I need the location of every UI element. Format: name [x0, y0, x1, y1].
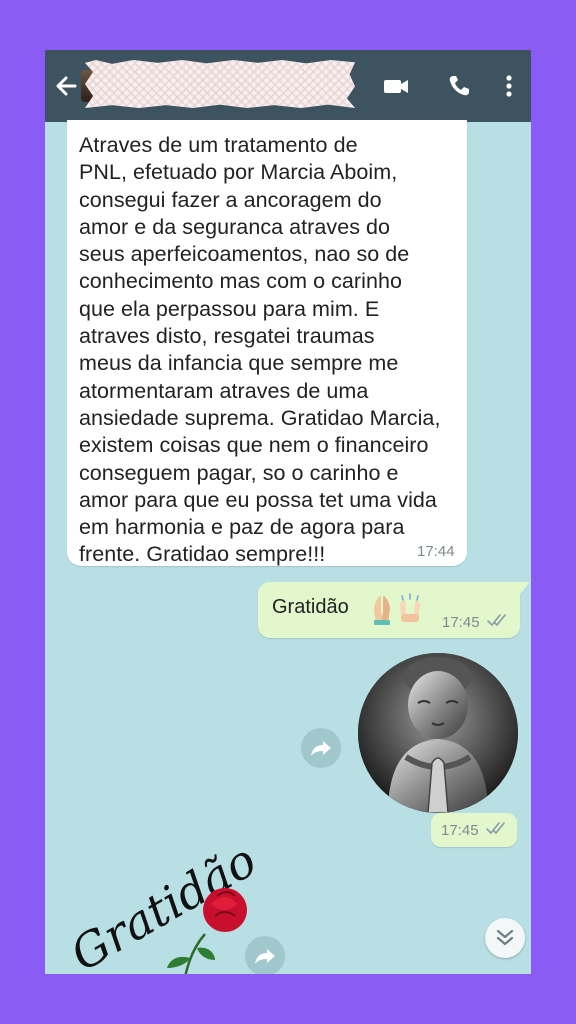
incoming-message-text: Atraves de um tratamento de PNL, efetuad… — [79, 133, 441, 567]
video-call-icon[interactable] — [381, 72, 411, 100]
scroll-down-button[interactable] — [485, 918, 525, 958]
forward-button[interactable] — [245, 936, 285, 974]
incoming-message-bubble[interactable]: Atraves de um tratamento de PNL, efetuad… — [67, 120, 467, 566]
double-check-icon — [486, 612, 510, 632]
message-timestamp: 17:44 — [417, 543, 455, 560]
red-rose-sticker[interactable]: Gratidão — [62, 833, 275, 974]
outgoing-message-text: Gratidão — [272, 596, 349, 618]
praying-buddha-sticker[interactable] — [358, 653, 518, 813]
forward-arrow-icon — [255, 949, 275, 964]
chat-header — [45, 50, 531, 122]
outgoing-message-bubble[interactable]: Gratidão 17:45 — [258, 582, 530, 638]
double-check-icon — [485, 820, 509, 840]
sticker-timestamp-pill: 17:45 — [431, 813, 517, 847]
forward-button[interactable] — [301, 728, 341, 768]
message-timestamp: 17:45 — [442, 614, 480, 631]
chevron-double-down-icon — [496, 929, 514, 946]
chat-screen: Atraves de um tratamento de PNL, efetuad… — [45, 50, 531, 974]
phone-icon[interactable] — [445, 72, 475, 100]
forward-arrow-icon — [311, 741, 331, 756]
message-timestamp: 17:45 — [441, 822, 479, 839]
more-vertical-icon[interactable] — [499, 72, 519, 100]
praying-hands-emoji — [366, 592, 426, 633]
redacted-contact-name[interactable] — [85, 60, 355, 108]
back-arrow-icon[interactable] — [53, 72, 83, 100]
